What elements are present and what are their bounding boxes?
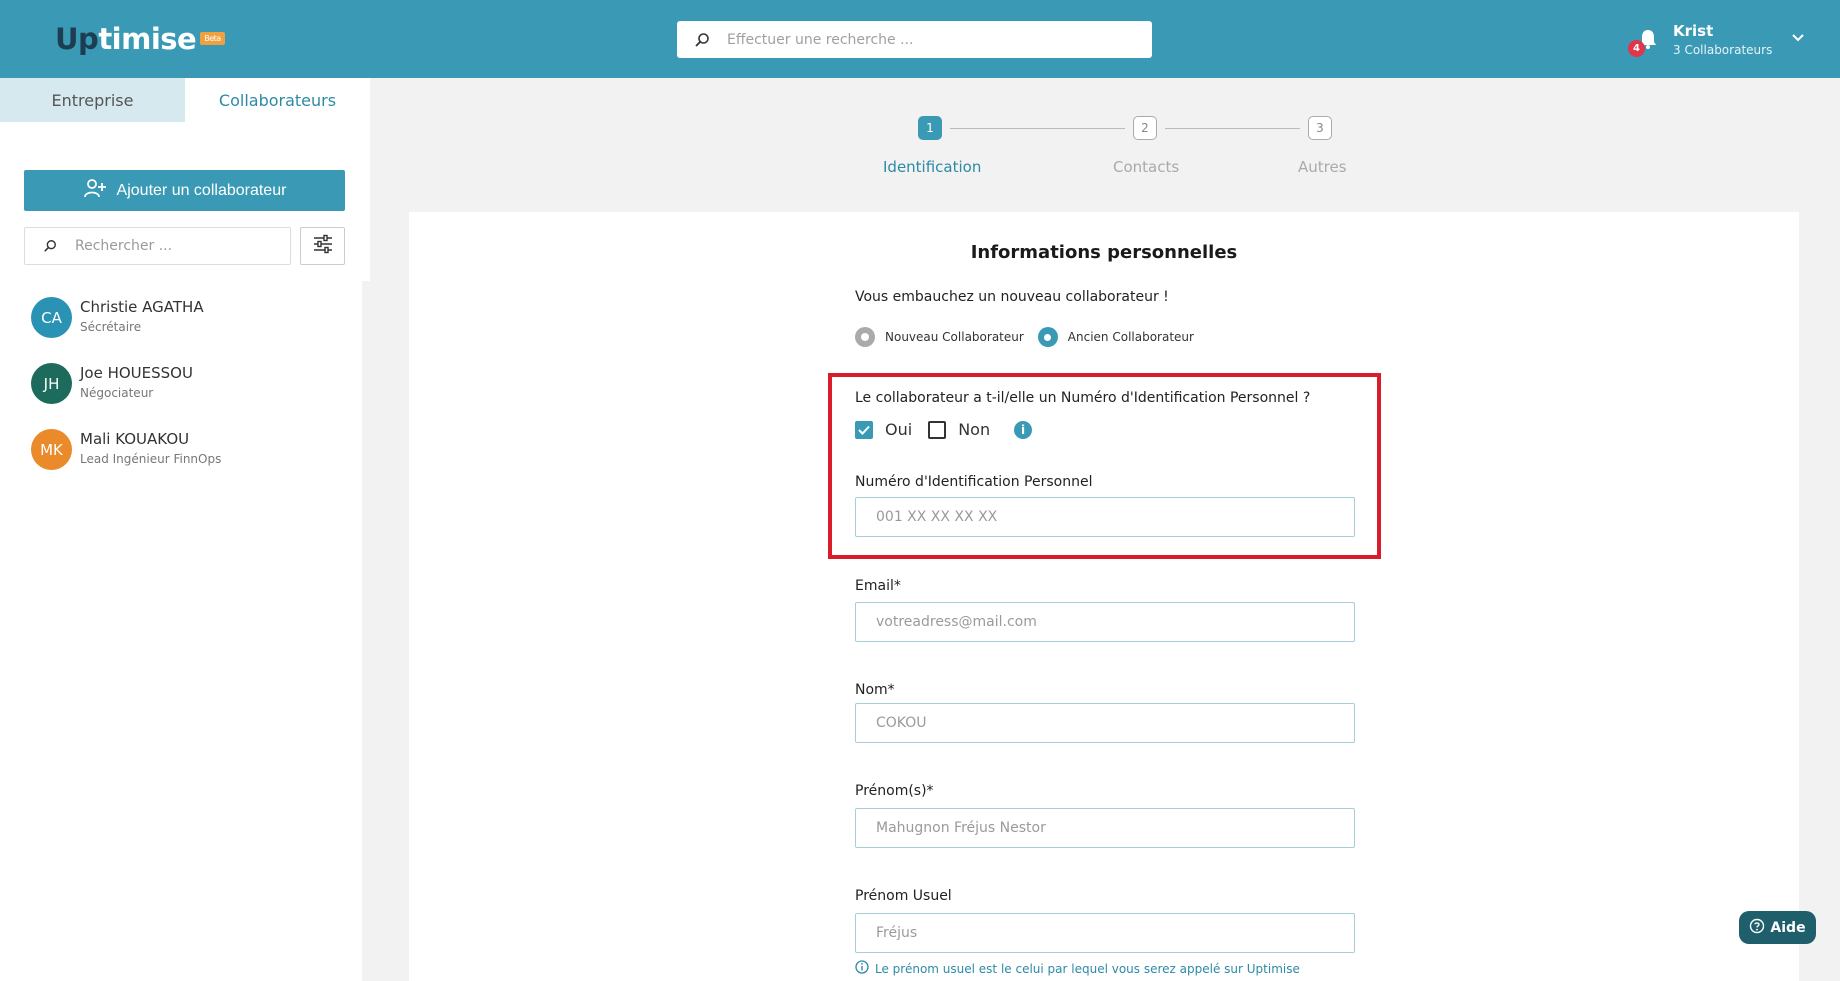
search-icon: [677, 32, 727, 48]
check-icon: [858, 425, 870, 435]
prenom-usuel-field[interactable]: [855, 913, 1355, 953]
nip-label: Numéro d'Identification Personnel: [855, 474, 1093, 490]
list-item[interactable]: CA Christie AGATHA Sécrétaire: [31, 297, 331, 341]
step-3-number[interactable]: 3: [1308, 116, 1332, 140]
global-search[interactable]: [677, 21, 1152, 58]
panel-tabs: Entreprise Collaborateurs: [0, 78, 370, 122]
global-search-input[interactable]: [727, 31, 1127, 48]
prenom-field[interactable]: [855, 808, 1355, 848]
prenom-usuel-hint-text: Le prénom usuel est le celui par lequel …: [875, 961, 1300, 976]
checkbox-non[interactable]: [928, 420, 947, 439]
tab-collaborateurs[interactable]: Collaborateurs: [185, 78, 370, 122]
sliders-icon: [312, 234, 334, 258]
list-item[interactable]: JH Joe HOUESSOU Négociateur: [31, 363, 331, 407]
step-2-label: Contacts: [1113, 158, 1180, 176]
beta-badge: Beta: [200, 31, 225, 45]
radio-new-label: Nouveau Collaborateur: [885, 330, 1024, 344]
help-label: Aide: [1770, 919, 1806, 936]
add-collaborator-label: Ajouter un collaborateur: [116, 181, 287, 199]
step-1-label: Identification: [883, 158, 982, 176]
step-2-number[interactable]: 2: [1133, 116, 1157, 140]
user-menu[interactable]: 4 Krist 3 Collaborateurs: [1628, 18, 1818, 62]
hire-radio-group: Nouveau Collaborateur Ancien Collaborate…: [855, 327, 1194, 347]
radio-old-label: Ancien Collaborateur: [1067, 330, 1194, 344]
collaborator-role: Sécrétaire: [80, 320, 142, 334]
prenom-usuel-input[interactable]: [876, 925, 1336, 941]
collaborator-search-input[interactable]: [75, 238, 275, 254]
step-connector: [1165, 128, 1300, 129]
nip-field[interactable]: [855, 497, 1355, 537]
collaborator-role: Négociateur: [80, 386, 154, 400]
hire-question: Vous embauchez un nouveau collaborateur …: [855, 289, 1169, 305]
radio-new-collaborator[interactable]: [855, 327, 875, 347]
nom-label: Nom*: [855, 682, 895, 698]
panel-divider: [362, 281, 370, 981]
logo-up: Up: [55, 22, 99, 56]
user-name: Krist: [1673, 22, 1714, 40]
nom-input[interactable]: [876, 715, 1336, 731]
collaborator-role: Lead Ingénieur FinnOps: [80, 452, 222, 466]
checkbox-oui[interactable]: [855, 420, 873, 439]
notification-badge: 4: [1628, 40, 1645, 57]
nip-question: Le collaborateur a t-il/elle un Numéro d…: [855, 390, 1311, 406]
info-icon[interactable]: i: [1014, 420, 1033, 439]
avatar: CA: [31, 297, 72, 338]
collaborator-name: Mali KOUAKOU: [80, 430, 190, 448]
avatar: MK: [31, 429, 72, 470]
question-icon: [1749, 918, 1765, 938]
prenom-usuel-label: Prénom Usuel: [855, 888, 952, 904]
nom-field[interactable]: [855, 703, 1355, 743]
collaborators-panel: Entreprise Collaborateurs Ajouter un col…: [0, 78, 370, 981]
checkbox-non-label: Non: [958, 420, 991, 439]
form-stepper: 1 2 3 Identification Contacts Autres: [880, 116, 1360, 186]
prenom-usuel-hint: Le prénom usuel est le celui par lequel …: [855, 960, 1300, 977]
user-subtitle: 3 Collaborateurs: [1673, 43, 1773, 57]
checkbox-oui-label: Oui: [885, 420, 913, 439]
list-item[interactable]: MK Mali KOUAKOU Lead Ingénieur FinnOps: [31, 429, 331, 473]
app-logo[interactable]: Uptimise Beta: [55, 22, 225, 56]
info-circle-icon: [855, 960, 869, 977]
nip-choice-group: Oui Non i: [855, 420, 1033, 439]
radio-old-collaborator[interactable]: [1037, 327, 1058, 347]
collaborator-search[interactable]: [24, 227, 291, 265]
personal-info-card: Informations personnelles Vous embauchez…: [409, 212, 1799, 981]
step-1-number[interactable]: 1: [918, 116, 942, 140]
step-connector: [950, 128, 1125, 129]
search-icon: [25, 239, 75, 253]
email-label: Email*: [855, 578, 901, 594]
top-bar: UptimiseBeta 4 Krist 3 Collaborateurs: [0, 0, 1840, 78]
chevron-down-icon[interactable]: [1790, 30, 1806, 50]
email-field[interactable]: [855, 602, 1355, 642]
filter-button[interactable]: [300, 227, 345, 265]
step-3-label: Autres: [1298, 158, 1347, 176]
prenom-input[interactable]: [876, 820, 1336, 836]
nip-input[interactable]: [876, 509, 1336, 525]
add-user-icon: [83, 178, 107, 203]
help-button[interactable]: Aide: [1739, 911, 1816, 944]
collaborator-name: Christie AGATHA: [80, 298, 204, 316]
add-collaborator-button[interactable]: Ajouter un collaborateur: [24, 170, 345, 211]
logo-rest: timise: [98, 22, 197, 56]
page-title: Informations personnelles: [970, 242, 1238, 263]
email-input[interactable]: [876, 614, 1336, 630]
tab-entreprise[interactable]: Entreprise: [0, 78, 185, 122]
avatar: JH: [31, 363, 72, 404]
collaborator-name: Joe HOUESSOU: [80, 364, 193, 382]
prenom-label: Prénom(s)*: [855, 783, 934, 799]
